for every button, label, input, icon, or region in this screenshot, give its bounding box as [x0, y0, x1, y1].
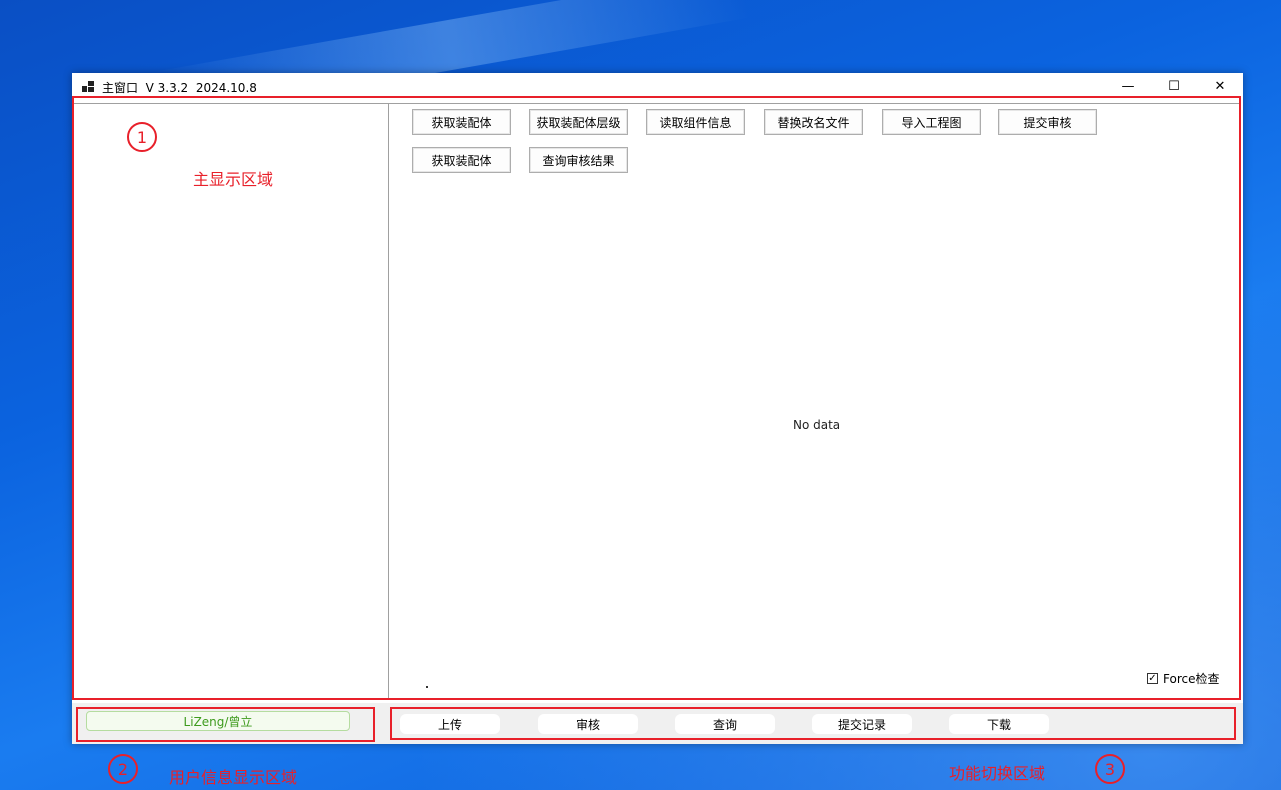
annotation-number-3: 3 [1095, 754, 1125, 784]
upload-tab[interactable]: 上传 [400, 714, 500, 734]
force-check-label: Force检查 [1163, 672, 1220, 686]
footer-bar: LiZeng/曾立 上传 审核 查询 提交记录 下载 [72, 703, 1243, 744]
content-panel: 获取装配体 获取装配体层级 读取组件信息 替换改名文件 导入工程图 提交审核 获… [389, 103, 1240, 700]
window-title: 主窗口 V 3.3.2 2024.10.8 [102, 81, 257, 95]
force-check-option[interactable]: ✓ Force检查 [1147, 670, 1219, 687]
import-drawing-button[interactable]: 导入工程图 [882, 109, 981, 135]
tree-panel[interactable] [74, 103, 389, 700]
query-tab[interactable]: 查询 [675, 714, 775, 734]
minimize-button[interactable]: — [1105, 73, 1151, 100]
review-tab[interactable]: 审核 [538, 714, 638, 734]
title-bar[interactable]: 主窗口 V 3.3.2 2024.10.8 — ☐ ✕ [72, 73, 1243, 100]
maximize-button[interactable]: ☐ [1151, 73, 1197, 100]
annotation-label-functions: 功能切换区域 [949, 764, 1046, 783]
user-info-badge: LiZeng/曾立 [86, 711, 350, 731]
force-checkbox[interactable]: ✓ [1147, 673, 1158, 684]
replace-rename-file-button[interactable]: 替换改名文件 [764, 109, 863, 135]
annotation-number-2: 2 [108, 754, 138, 784]
download-tab[interactable]: 下载 [949, 714, 1049, 734]
get-assembly-button-2[interactable]: 获取装配体 [412, 147, 511, 173]
query-review-result-button[interactable]: 查询审核结果 [529, 147, 628, 173]
submit-review-button[interactable]: 提交审核 [998, 109, 1097, 135]
close-button[interactable]: ✕ [1197, 73, 1243, 100]
read-component-info-button[interactable]: 读取组件信息 [646, 109, 745, 135]
empty-state-text: No data [793, 418, 841, 432]
app-icon [82, 81, 94, 93]
annotation-label-main: 主显示区域 [193, 170, 274, 189]
annotation-number-1: 1 [127, 122, 157, 152]
annotation-label-user: 用户信息显示区域 [169, 768, 298, 787]
get-assembly-button[interactable]: 获取装配体 [412, 109, 511, 135]
get-assembly-hierarchy-button[interactable]: 获取装配体层级 [529, 109, 628, 135]
status-dot [426, 686, 428, 688]
submit-records-tab[interactable]: 提交记录 [812, 714, 912, 734]
